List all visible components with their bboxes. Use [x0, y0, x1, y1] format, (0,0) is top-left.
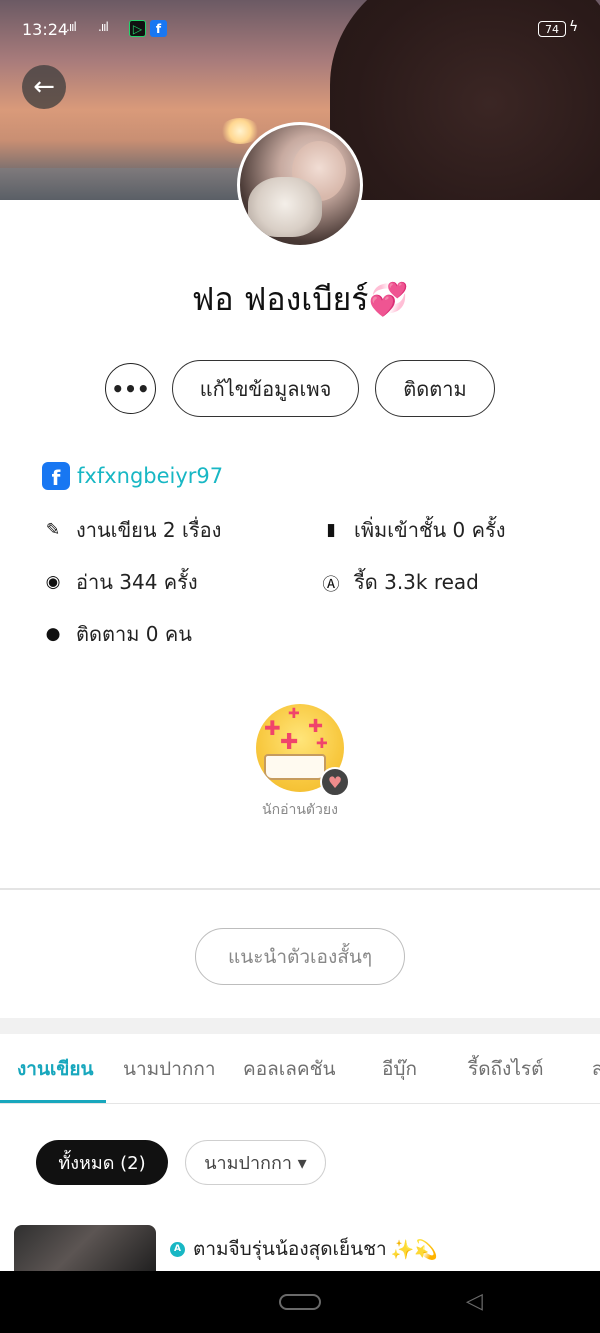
read-badge-icon: Ⓐ: [322, 574, 340, 595]
avatar-cat: [248, 177, 322, 237]
stat-following-text: ติดตาม 0 คน: [76, 622, 192, 646]
follow-button[interactable]: ติดตาม: [375, 360, 495, 417]
avatar[interactable]: [237, 122, 363, 248]
short-intro-button[interactable]: แนะนำตัวเองสั้นๆ: [195, 928, 405, 985]
tab-pen-names[interactable]: นามปากกา: [123, 1054, 216, 1084]
stat-reads-text: รี้ด 3.3k read: [354, 570, 479, 594]
section-gap: [0, 1018, 600, 1034]
profile-name-text: ฟอ ฟองเบียร์: [191, 280, 369, 318]
status-time: 13:24: [22, 20, 69, 39]
tab-more[interactable]: ส: [592, 1054, 600, 1084]
tab-ebooks[interactable]: อีบุ๊ก: [382, 1054, 417, 1084]
facebook-icon: f: [150, 20, 167, 37]
battery-icon: 74: [538, 21, 566, 37]
book-icon: [264, 754, 326, 780]
stat-shelf: ▮ เพิ่มเข้าชั้น 0 ครั้ง: [320, 514, 506, 546]
stat-views-text: อ่าน 344 ครั้ง: [76, 570, 198, 594]
back-button[interactable]: ←: [22, 65, 66, 109]
line-icon: ▷: [129, 20, 146, 37]
stat-views: ◉ อ่าน 344 ครั้ง: [42, 566, 198, 598]
story-status-badge: A: [170, 1241, 185, 1257]
stat-works-text: งานเขียน 2 เรื่อง: [76, 518, 222, 542]
tab-works[interactable]: งานเขียน: [17, 1054, 94, 1084]
back-triangle-icon[interactable]: ◁: [466, 1289, 483, 1314]
plus-sparkle: ✚: [316, 736, 328, 752]
status-bar: 13:24 .ııl .ııl ▷ f 74 ϟ: [0, 0, 600, 58]
short-intro-label: แนะนำตัวเองสั้นๆ: [227, 945, 373, 968]
eye-icon: ◉: [45, 572, 61, 592]
facebook-link-row[interactable]: f fxfxngbeiyr97: [42, 462, 223, 490]
dizzy-emoji: 💫: [414, 1238, 439, 1261]
plus-sparkle: ✚: [308, 716, 324, 737]
edit-page-button[interactable]: แก้ไขข้อมูลเพจ: [172, 360, 359, 417]
facebook-icon: f: [42, 462, 70, 490]
sparkle-emoji: ✨: [390, 1238, 415, 1261]
plus-sparkle: ✚: [288, 706, 300, 722]
filter-pen-name-dropdown[interactable]: นามปากกา ▾: [185, 1140, 326, 1185]
person-icon: ●: [45, 624, 61, 644]
active-tab-indicator: [0, 1100, 106, 1103]
arrow-left-icon: ←: [33, 72, 55, 102]
heart-emoji: 💞: [368, 280, 409, 318]
tab-reads-to-writer[interactable]: รี้ดถึงไรต์: [468, 1054, 543, 1084]
stat-works: ✎ งานเขียน 2 เรื่อง: [42, 514, 222, 546]
tab-collections[interactable]: คอลเลคชัน: [243, 1054, 336, 1084]
more-options-button[interactable]: •••: [105, 363, 156, 414]
profile-name: ฟอ ฟองเบียร์💞: [0, 274, 600, 325]
signal-icon: .ııl: [66, 20, 77, 34]
content-tabs: งานเขียน นามปากกา คอลเลคชัน อีบุ๊ก รี้ดถ…: [0, 1034, 600, 1104]
filter-all-label: ทั้งหมด (2): [58, 1153, 146, 1174]
story-cover-thumbnail[interactable]: [14, 1225, 156, 1275]
facebook-link[interactable]: fxfxngbeiyr97: [77, 464, 223, 488]
follow-label: ติดตาม: [403, 376, 467, 401]
edit-page-label: แก้ไขข้อมูลเพจ: [199, 376, 332, 401]
story-title-row[interactable]: A ตามจีบรุ่นน้องสุดเย็นชา ✨ 💫: [170, 1234, 438, 1264]
plus-sparkle: ✚: [280, 730, 299, 755]
charging-icon: ϟ: [569, 19, 579, 35]
pencil-icon: ✎: [45, 520, 61, 540]
heart-badge-icon: ♥: [320, 767, 350, 797]
filter-pen-name-label: นามปากกา ▾: [204, 1153, 307, 1174]
story-title: ตามจีบรุ่นน้องสุดเย็นชา: [193, 1238, 387, 1260]
signal-icon-2: .ııl: [98, 20, 109, 34]
filter-all-chip[interactable]: ทั้งหมด (2): [36, 1140, 168, 1185]
bookmark-icon: ▮: [326, 520, 336, 540]
badge-label: นักอ่านตัวยง: [262, 802, 338, 818]
plus-sparkle: ✚: [264, 716, 281, 740]
home-button[interactable]: [279, 1294, 321, 1310]
stat-reads: Ⓐ รี้ด 3.3k read: [320, 566, 479, 598]
system-nav-bar: ◁: [0, 1271, 600, 1333]
more-icon: •••: [111, 376, 150, 401]
section-divider: [0, 888, 600, 890]
stat-shelf-text: เพิ่มเข้าชั้น 0 ครั้ง: [354, 518, 506, 542]
stat-following: ● ติดตาม 0 คน: [42, 618, 192, 650]
